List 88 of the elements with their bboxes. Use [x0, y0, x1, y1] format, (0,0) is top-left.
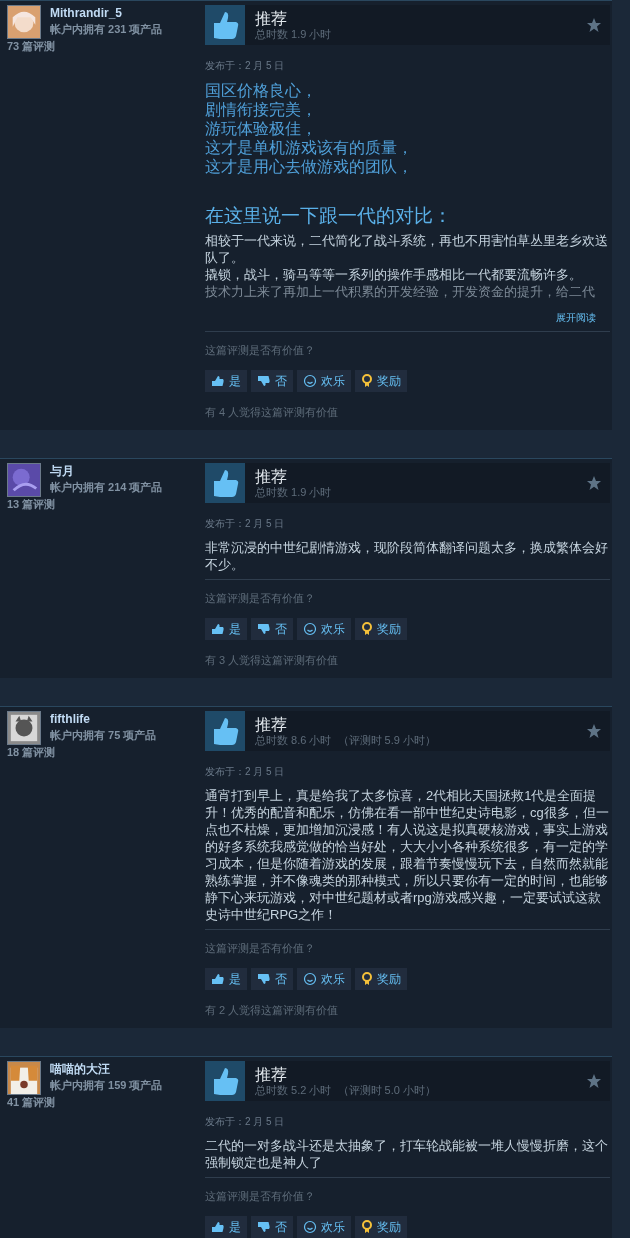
review-highlight-text: 剧情衔接完美， [205, 100, 318, 119]
vote-button[interactable]: 是 [205, 369, 247, 392]
post-date: 发布于：2 月 5 日 [205, 1115, 286, 1129]
vote-button[interactable]: 是 [205, 967, 247, 990]
review-text: 二代的一对多战斗还是太抽象了，打车轮战能被一堆人慢慢折磨，这个强制锁定也是神人了 [205, 1137, 609, 1171]
review-highlight-text: 国区价格良心， [205, 81, 318, 100]
helpful-count: 有 2 人觉得这篇评测有价值 [205, 1002, 340, 1018]
thumbs-up-icon [205, 5, 245, 45]
verdict-title: 推荐 [255, 1065, 288, 1084]
review-text: 撬锁，战斗，骑马等等一系列的操作手感相比一代都要流畅许多。 [205, 266, 583, 283]
thumbs-down-icon [257, 373, 271, 388]
thumbs-up-icon [211, 971, 225, 986]
vote-button[interactable]: 欢乐 [297, 369, 351, 392]
helpful-count: 有 4 人觉得这篇评测有价值 [205, 404, 340, 420]
thumbs-down-icon [257, 971, 271, 986]
thumbs-up-icon [211, 373, 225, 388]
review-text: 相较于一代来说，二代简化了战斗系统，再也不用害怕草丛里老乡欢送队了。 [205, 232, 609, 266]
vote-button[interactable]: 奖励 [355, 617, 407, 640]
review-count: 13 篇评测 [7, 497, 57, 511]
verdict-title: 推荐 [255, 9, 288, 28]
award-icon [361, 621, 373, 636]
vote-button[interactable]: 欢乐 [297, 967, 351, 990]
thumbs-down-icon [257, 621, 271, 636]
vote-button[interactable]: 奖励 [355, 369, 407, 392]
products-owned: 帐户内拥有 75 项产品 [50, 728, 157, 743]
vote-button[interactable]: 奖励 [355, 967, 407, 990]
smiley-icon [303, 971, 317, 986]
award-icon [361, 1219, 373, 1234]
helpful-count: 有 3 人觉得这篇评测有价值 [205, 652, 340, 668]
award-icon [361, 971, 373, 986]
username[interactable]: 喵喵的大汪 [50, 1061, 163, 1077]
vote-button[interactable]: 是 [205, 1215, 247, 1238]
review-highlight-text: 这才是用心去做游戏的团队， [205, 157, 414, 176]
review-highlight-text: 游玩体验极佳， [205, 119, 318, 138]
review-count: 73 篇评测 [7, 39, 57, 53]
post-date: 发布于：2 月 5 日 [205, 517, 286, 531]
helpful-question: 这篇评测是否有价值？ [205, 591, 316, 606]
read-more-link[interactable]: 展开阅读 [556, 310, 596, 325]
smiley-icon [303, 1219, 317, 1234]
thumbs-up-icon [205, 463, 245, 503]
thumbs-up-icon [211, 1219, 225, 1234]
vote-button[interactable]: 欢乐 [297, 1215, 351, 1238]
username[interactable]: fifthlife [50, 711, 157, 727]
verdict-title: 推荐 [255, 467, 288, 486]
vote-button[interactable]: 否 [251, 369, 293, 392]
playtime: 总时数 1.9 小时 [255, 28, 333, 41]
review-highlight-text: 这才是单机游戏该有的质量， [205, 138, 414, 157]
star-icon[interactable] [586, 475, 602, 491]
thumbs-up-icon [211, 621, 225, 636]
vote-button[interactable]: 欢乐 [297, 617, 351, 640]
smiley-icon [303, 373, 317, 388]
review-text: 通宵打到早上，真是给我了太多惊喜，2代相比天国拯救1代是全面提升！优秀的配音和配乐，仿佛在看一部中世纪史诗电影，cg很多，但一点也不枯燥，更加增加沉浸感！有人说这是拟真硬核游戏，事实上游戏的好多系统我感觉做的恰当好处，大大小小各种系统很多，有一定的学习成本，但是你随着游戏的发展，跟着节奏慢慢玩下去，自然而然就能熟练掌握，并不像魂类的那种模式，所以只要你有一定的时间，也能够静下心来玩游戏，对中世纪题材或者rpg游戏感兴趣，一定要试试这款史诗中世纪RPG之作！ [205, 787, 610, 923]
playtime: 总时数 1.9 小时 [255, 486, 333, 499]
vote-button[interactable]: 否 [251, 967, 293, 990]
vote-button[interactable]: 奖励 [355, 1215, 407, 1238]
review-count: 18 篇评测 [7, 745, 57, 759]
username[interactable]: 与月 [50, 463, 163, 479]
products-owned: 帐户内拥有 159 项产品 [50, 1078, 163, 1093]
avatar-icon [7, 463, 41, 497]
review-text: 非常沉浸的中世纪剧情游戏，现阶段简体翻译问题太多，换成繁体会好不少。 [205, 539, 609, 573]
helpful-question: 这篇评测是否有价值？ [205, 1189, 316, 1204]
thumbs-up-icon [205, 1061, 245, 1101]
products-owned: 帐户内拥有 231 项产品 [50, 22, 163, 37]
star-icon[interactable] [586, 1073, 602, 1089]
products-owned: 帐户内拥有 214 项产品 [50, 480, 163, 495]
vote-button[interactable]: 否 [251, 1215, 293, 1238]
vote-button[interactable]: 是 [205, 617, 247, 640]
post-date: 发布于：2 月 5 日 [205, 765, 286, 779]
star-icon[interactable] [586, 723, 602, 739]
review-heading: 在这里说一下跟一代的对比： [205, 204, 453, 228]
avatar-icon [7, 711, 41, 745]
review-count: 41 篇评测 [7, 1095, 57, 1109]
award-icon [361, 373, 373, 388]
thumbs-down-icon [257, 1219, 271, 1234]
smiley-icon [303, 621, 317, 636]
helpful-question: 这篇评测是否有价值？ [205, 941, 316, 956]
playtime: 总时数 8.6 小时 （评测时 5.9 小时） [255, 734, 437, 747]
playtime: 总时数 5.2 小时 （评测时 5.0 小时） [255, 1084, 437, 1097]
avatar-icon [7, 1061, 41, 1095]
post-date: 发布于：2 月 5 日 [205, 59, 286, 73]
helpful-question: 这篇评测是否有价值？ [205, 343, 316, 358]
vote-button[interactable]: 否 [251, 617, 293, 640]
review-text: 技术力上来了再加上一代积累的开发经验，开发资金的提升，给二代 [205, 283, 596, 300]
avatar-icon [7, 5, 41, 39]
username[interactable]: Mithrandir_5 [50, 5, 163, 21]
verdict-title: 推荐 [255, 715, 288, 734]
star-icon[interactable] [586, 17, 602, 33]
thumbs-up-icon [205, 711, 245, 751]
